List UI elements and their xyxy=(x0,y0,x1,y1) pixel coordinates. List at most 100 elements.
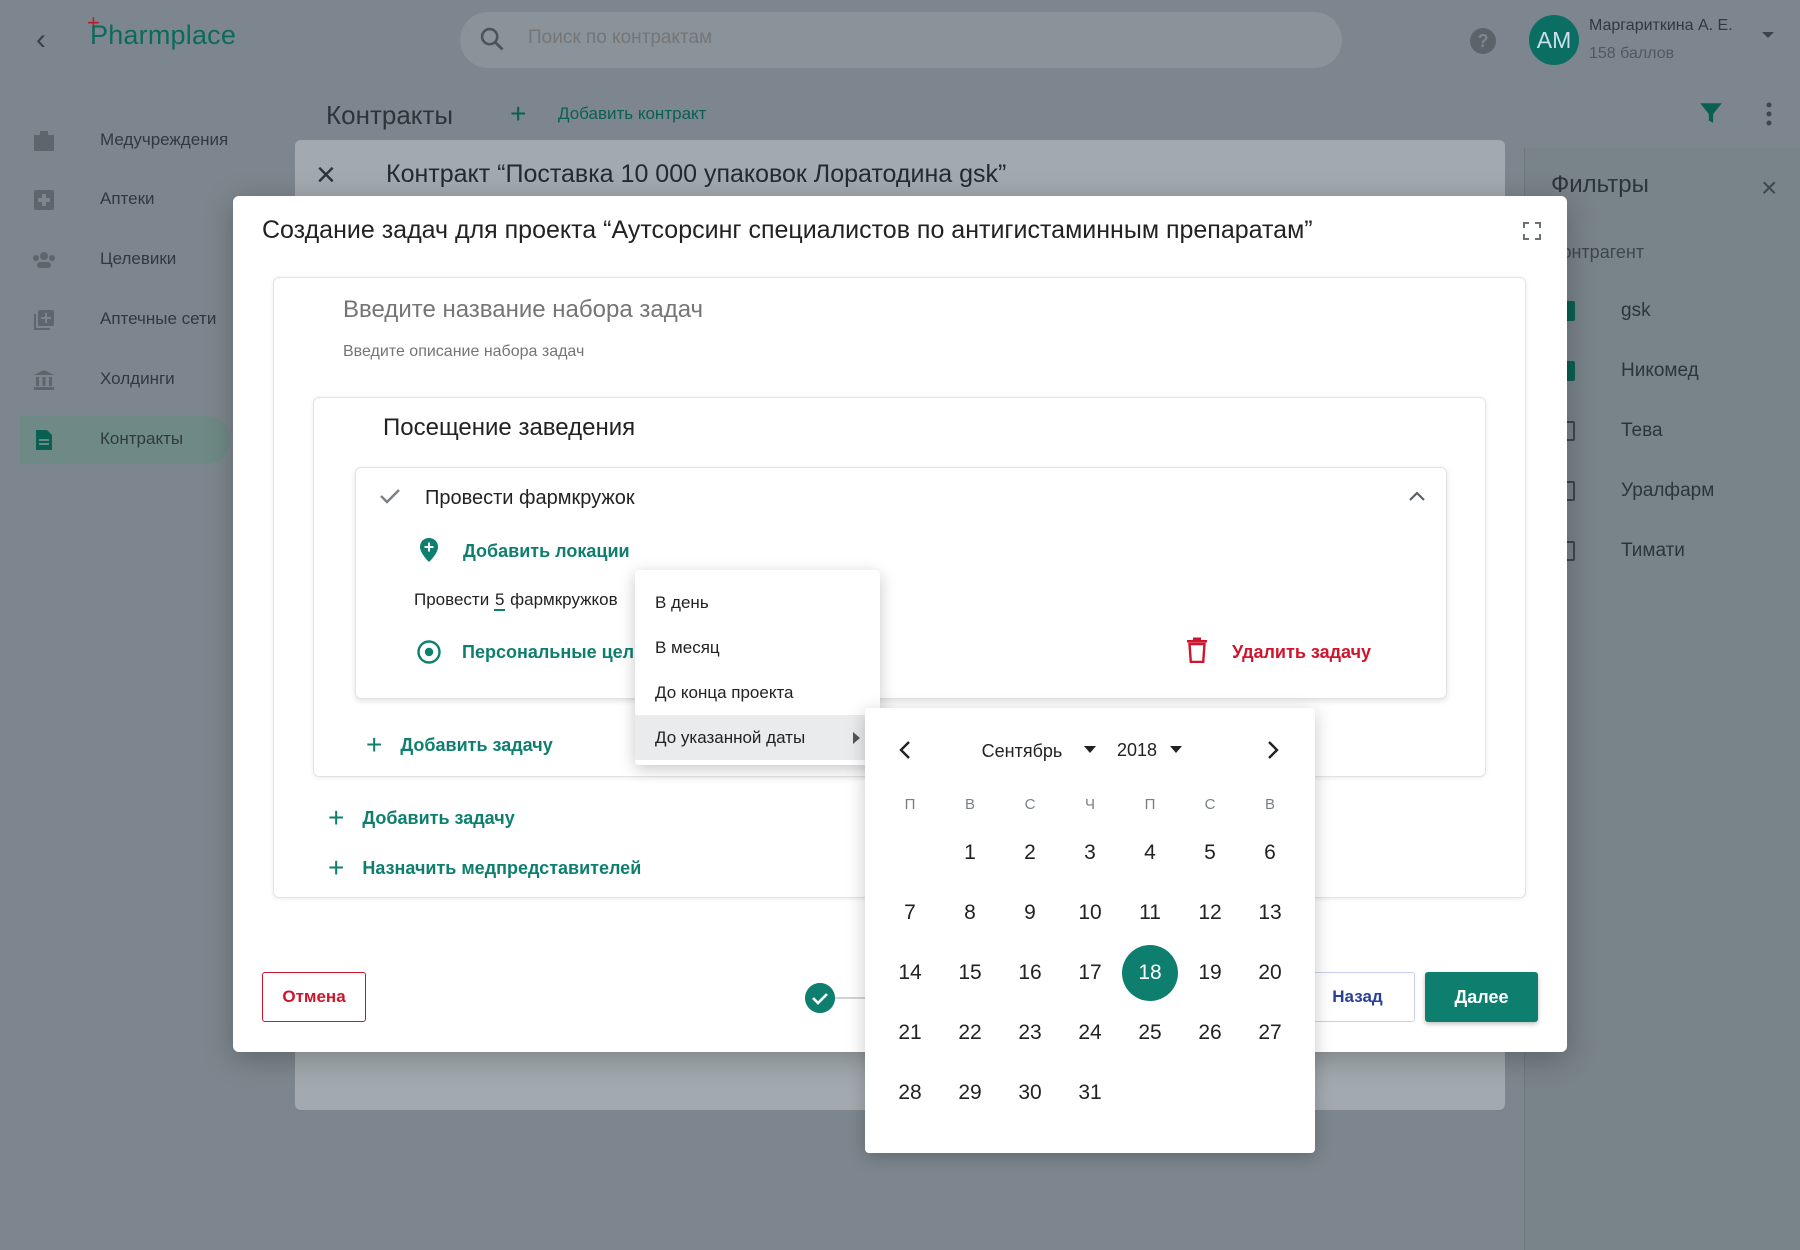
pharmacy-cross-icon xyxy=(34,190,54,210)
search-input[interactable] xyxy=(528,27,1228,49)
calendar-day[interactable]: 17 xyxy=(1062,945,1118,1001)
calendar-day[interactable]: 10 xyxy=(1062,885,1118,941)
fullscreen-icon[interactable] xyxy=(1523,222,1541,240)
close-icon[interactable]: × xyxy=(316,158,336,192)
document-icon xyxy=(36,430,52,450)
trash-icon[interactable] xyxy=(1186,637,1208,663)
calendar-day[interactable]: 20 xyxy=(1242,945,1298,1001)
calendar-day[interactable]: 28 xyxy=(882,1065,938,1121)
calendar-day[interactable]: 27 xyxy=(1242,1005,1298,1061)
add-locations-button[interactable]: Добавить локации xyxy=(463,541,630,562)
sidebar-item-med[interactable]: Медучреждения xyxy=(20,117,230,165)
sidebar-item-label: Аптечные сети xyxy=(100,309,217,328)
filter-checkbox-gsk[interactable]: gsk xyxy=(1555,298,1785,328)
calendar-day[interactable]: 9 xyxy=(1002,885,1058,941)
app-logo[interactable]: + Pharmplace xyxy=(87,10,236,51)
calendar-day[interactable]: 30 xyxy=(1002,1065,1058,1121)
calendar-day[interactable]: 8 xyxy=(942,885,998,941)
calendar-day[interactable]: 15 xyxy=(942,945,998,1001)
chevron-right-icon[interactable] xyxy=(1266,740,1280,760)
sidebar-item-chains[interactable]: Аптечные сети xyxy=(20,296,230,344)
calendar-day[interactable]: 21 xyxy=(882,1005,938,1061)
more-vert-icon[interactable] xyxy=(1766,102,1772,126)
month-select[interactable]: Сентябрь xyxy=(980,740,1064,762)
calendar-day[interactable]: 11 xyxy=(1122,885,1178,941)
task-count-field[interactable]: 5 xyxy=(493,590,506,611)
calendar-day[interactable]: 4 xyxy=(1122,825,1178,881)
add-task-group-button[interactable]: + Добавить задачу xyxy=(328,799,515,833)
task-set-name-input[interactable] xyxy=(343,296,1043,324)
sidebar-item-targets[interactable]: Целевики xyxy=(20,236,230,284)
calendar-day[interactable]: 6 xyxy=(1242,825,1298,881)
avatar[interactable]: АМ xyxy=(1529,15,1579,65)
calendar-day[interactable]: 2 xyxy=(1002,825,1058,881)
calendar-day-selected[interactable]: 18 xyxy=(1122,945,1178,1001)
chevron-up-icon[interactable] xyxy=(1408,490,1426,502)
cancel-button[interactable]: Отмена xyxy=(262,972,366,1022)
task-description: Провести 5 фармкружков xyxy=(414,590,618,611)
calendar-day[interactable]: 29 xyxy=(942,1065,998,1121)
calendar-day[interactable]: 16 xyxy=(1002,945,1058,1001)
back-arrow-icon[interactable]: ‹ xyxy=(36,25,56,55)
filter-checkbox-teva[interactable]: Тева xyxy=(1555,418,1785,448)
close-icon[interactable]: × xyxy=(1761,172,1777,204)
sidebar-item-holdings[interactable]: Холдинги xyxy=(20,356,230,404)
weekday-label: П xyxy=(904,796,916,813)
calendar-day[interactable]: 22 xyxy=(942,1005,998,1061)
menu-item-per-month[interactable]: В месяц xyxy=(635,625,880,670)
target-icon[interactable] xyxy=(416,639,442,665)
filter-icon[interactable] xyxy=(1698,100,1724,126)
menu-item-until-date[interactable]: До указанной даты xyxy=(635,715,880,760)
calendar-day[interactable]: 31 xyxy=(1062,1065,1118,1121)
dropdown-caret-icon[interactable] xyxy=(1084,746,1096,753)
delete-task-button[interactable]: Удалить задачу xyxy=(1232,642,1371,663)
add-task-button[interactable]: + Добавить задачу xyxy=(366,726,553,760)
menu-item-until-project-end[interactable]: До конца проекта xyxy=(635,670,880,715)
weekday-label: Ч xyxy=(1085,796,1095,813)
library-add-icon xyxy=(34,310,54,330)
add-contract-button[interactable]: Добавить контракт xyxy=(558,104,706,124)
chevron-left-icon[interactable] xyxy=(898,740,912,760)
task-name[interactable]: Провести фармкружок xyxy=(425,487,635,510)
assign-reps-button[interactable]: + Назначить медпредставителей xyxy=(328,849,641,883)
calendar-day[interactable]: 19 xyxy=(1182,945,1238,1001)
calendar-day[interactable]: 24 xyxy=(1062,1005,1118,1061)
calendar-day[interactable]: 13 xyxy=(1242,885,1298,941)
add-icon: + xyxy=(328,802,345,833)
step-complete-icon xyxy=(805,983,835,1013)
add-location-icon[interactable] xyxy=(418,537,440,563)
filter-checkbox-nycomed[interactable]: Никомед xyxy=(1555,358,1785,388)
task-set-description-input[interactable] xyxy=(343,343,1043,361)
calendar-day[interactable]: 3 xyxy=(1062,825,1118,881)
calendar-day[interactable]: 23 xyxy=(1002,1005,1058,1061)
back-button[interactable]: Назад xyxy=(1300,972,1415,1022)
filter-checkbox-timati[interactable]: Тимати xyxy=(1555,538,1785,568)
dropdown-caret-icon[interactable] xyxy=(1170,746,1182,753)
calendar-day[interactable]: 12 xyxy=(1182,885,1238,941)
calendar-day[interactable]: 7 xyxy=(882,885,938,941)
user-name[interactable]: Маргариткина А. Е. xyxy=(1589,17,1733,35)
year-select[interactable]: 2018 xyxy=(1117,740,1157,761)
user-menu-caret-icon[interactable] xyxy=(1762,32,1774,38)
add-icon[interactable]: + xyxy=(510,98,526,130)
sidebar-item-label: Целевики xyxy=(100,249,177,268)
filters-title: Фильтры xyxy=(1551,171,1649,198)
next-button[interactable]: Далее xyxy=(1425,972,1538,1022)
help-icon[interactable]: ? xyxy=(1470,28,1496,54)
personal-goals-button[interactable]: Персональные цели xyxy=(462,642,635,663)
sidebar-item-pharmacies[interactable]: Аптеки xyxy=(20,176,230,224)
menu-item-per-day[interactable]: В день xyxy=(635,580,880,625)
sidebar-item-label: Медучреждения xyxy=(100,130,229,149)
search-icon[interactable] xyxy=(478,25,506,53)
calendar-day[interactable]: 14 xyxy=(882,945,938,1001)
calendar-day[interactable]: 26 xyxy=(1182,1005,1238,1061)
calendar-day[interactable]: 5 xyxy=(1182,825,1238,881)
bank-icon xyxy=(34,370,54,390)
calendar-day[interactable]: 25 xyxy=(1122,1005,1178,1061)
period-menu: В день В месяц До конца проекта До указа… xyxy=(635,570,880,765)
check-icon[interactable] xyxy=(378,484,402,508)
weekday-label: С xyxy=(1024,796,1036,813)
sidebar-item-contracts[interactable]: Контракты xyxy=(20,416,230,464)
calendar-day[interactable]: 1 xyxy=(942,825,998,881)
filter-checkbox-uralfarm[interactable]: Уралфарм xyxy=(1555,478,1785,508)
